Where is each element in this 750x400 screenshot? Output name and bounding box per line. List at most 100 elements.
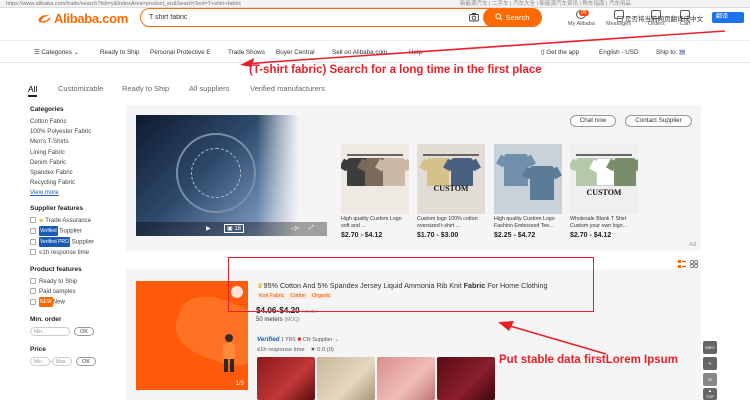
chat-now-button[interactable]: Chat now: [570, 115, 616, 127]
browser-url-bar[interactable]: https://www.alibaba.com/trade/search?fsb…: [0, 0, 750, 8]
filter-paid-samples[interactable]: Paid samples: [30, 287, 110, 297]
person-graphic: [223, 334, 235, 372]
price-ok-button[interactable]: OK: [76, 356, 97, 366]
star-icon: ★: [310, 347, 316, 353]
checkbox[interactable]: [30, 278, 36, 285]
product-overlay-text: CUSTOM: [586, 188, 622, 197]
china-flag-icon: ■: [297, 336, 302, 343]
price-max-input[interactable]: Max.: [52, 356, 73, 366]
filter-trade-assurance[interactable]: ◈ Trade Assurance: [30, 216, 110, 226]
annotation-top-text: (T-shirt fabric) Search for a long time …: [249, 64, 542, 76]
ad-product-2[interactable]: CUSTOM Custom logo 100% cotton oversized…: [417, 144, 485, 239]
category-recycling-fabric[interactable]: Recycling Fabric: [30, 178, 110, 188]
ad-label: Ad: [689, 242, 697, 248]
verified-label: Verified: [257, 336, 280, 343]
supplier-years: 1 YRS: [281, 337, 296, 343]
checkbox[interactable]: [30, 227, 36, 234]
category-lining-fabric[interactable]: Lining Fabric: [30, 148, 110, 158]
image-counter: 1/5: [235, 381, 244, 387]
filter-response-time[interactable]: ≤1h response time: [30, 248, 110, 258]
product-image: CUSTOM: [417, 144, 485, 214]
search-bar: Search: [140, 7, 542, 27]
product-title: Custom logo 100% cotton oversized t-shir…: [417, 216, 478, 229]
color-thumbnail-4[interactable]: [437, 357, 495, 400]
product-title: Wholesale Blank T Shirt Custom your own …: [570, 216, 628, 229]
edit-widget[interactable]: ✎: [703, 357, 717, 370]
color-thumbnail-1[interactable]: [257, 357, 315, 400]
supplier-features-heading: Supplier features: [30, 204, 84, 212]
product-title: High quality Custom Logo soft and ...: [341, 216, 402, 229]
checkbox[interactable]: [30, 249, 36, 256]
tab-customizable[interactable]: Customizable: [58, 84, 103, 93]
category-denim-fabric[interactable]: Denim Fabric: [30, 158, 110, 168]
filter-new[interactable]: NEWNew: [30, 297, 110, 308]
categories-label: Categories: [41, 49, 72, 56]
bookmarks-text: 新能源汽车 | 二手车 | 汽车大全 | 新能源汽车资讯 | 购车指南 | 汽车…: [460, 1, 631, 7]
product-price: $2.25 - $4.72: [494, 232, 536, 239]
translate-button[interactable]: 翻译: [712, 12, 744, 23]
filter-verified-pro-supplier[interactable]: Verified PRO Supplier: [30, 236, 110, 248]
checkbox[interactable]: [30, 299, 36, 306]
tab-all[interactable]: All: [28, 84, 37, 94]
filter-ready-to-ship[interactable]: Ready to Ship: [30, 277, 110, 287]
annotation-bottom-text: Put stable data firstLorem Ipsum: [499, 354, 678, 366]
search-input[interactable]: [149, 11, 459, 24]
product-price: $2.70 - $4.12: [570, 232, 612, 239]
price-min-input[interactable]: Min.: [30, 356, 50, 366]
result-supplier-info[interactable]: Verified 1 YRS ■ CN Supplier ⌄: [257, 336, 339, 343]
checkbox[interactable]: [30, 288, 36, 295]
supplier-video[interactable]: ▶ ▣ 18 ◁× ⤢: [136, 115, 327, 236]
list-view-icon[interactable]: [678, 260, 686, 268]
back-to-top-button[interactable]: ▲ TOP: [703, 388, 717, 400]
supplier-country: CN Supplier: [302, 337, 333, 343]
tab-verified-manufacturers[interactable]: Verified manufacturers: [250, 84, 325, 93]
price-heading: Price: [30, 345, 46, 353]
camera-icon[interactable]: [469, 12, 479, 22]
trade-assurance-icon: ◈: [39, 216, 44, 224]
tab-all-suppliers[interactable]: All suppliers: [189, 84, 229, 93]
ad-product-3[interactable]: High quality Custom Logo Fashion Embosse…: [494, 144, 562, 239]
result-moq-suffix: (MOQ): [284, 317, 300, 323]
alibaba-logo-icon[interactable]: [36, 12, 52, 24]
product-price: $2.70 - $4.12: [341, 232, 383, 239]
category-cotton-fabric[interactable]: Cotton Fabric: [30, 117, 110, 127]
grid-view-icon[interactable]: [690, 260, 698, 268]
nav-ready-to-ship[interactable]: Ready to Ship: [100, 49, 140, 56]
translate-checkbox[interactable]: [617, 16, 623, 23]
search-icon: [495, 13, 503, 21]
tab-ready-to-ship[interactable]: Ready to Ship: [122, 84, 169, 93]
ad-product-4[interactable]: CUSTOM Wholesale Blank T Shirt Custom yo…: [570, 144, 638, 239]
color-thumbnail-3[interactable]: [377, 357, 435, 400]
search-button[interactable]: Search: [483, 7, 541, 27]
ready-to-ship-label: Ready to Ship: [39, 277, 78, 285]
mro-widget[interactable]: MRO: [703, 341, 717, 354]
filter-verified-supplier[interactable]: Verified Supplier: [30, 225, 110, 237]
color-thumbnail-2[interactable]: [317, 357, 375, 400]
view-more-link[interactable]: View more: [30, 188, 110, 198]
product-image: [494, 144, 562, 214]
categories-menu[interactable]: ☰ Categories ⌄: [34, 49, 79, 56]
checkbox[interactable]: [30, 217, 36, 224]
feedback-widget[interactable]: ✉: [703, 373, 717, 386]
nav-personal-protective[interactable]: Personal Protective E: [150, 49, 211, 56]
new-label: New: [52, 299, 65, 306]
video-play-icon[interactable]: ▶: [206, 225, 211, 232]
search-button-label: Search: [505, 12, 530, 22]
mute-icon[interactable]: ◁×: [291, 225, 299, 232]
min-order-input[interactable]: Min.: [30, 327, 70, 337]
product-features-heading: Product features: [30, 265, 82, 273]
back-to-top-label: TOP: [705, 394, 715, 399]
product-image: CUSTOM: [570, 144, 638, 214]
contact-supplier-button[interactable]: Contact Supplier: [625, 115, 692, 127]
category-mens-tshirts[interactable]: Men's T-Shirts: [30, 137, 110, 147]
product-title: High quality Custom Logo Fashion Embosse…: [494, 216, 555, 229]
alibaba-logo-text[interactable]: Alibaba.com: [54, 11, 128, 26]
ad-product-1[interactable]: High quality Custom Logo soft and ... $2…: [341, 144, 409, 239]
product-price: $1.70 - $3.00: [417, 232, 459, 239]
category-polyester-fabric[interactable]: 100% Polyester Fabric: [30, 127, 110, 137]
checkbox[interactable]: [30, 238, 36, 245]
min-order-ok-button[interactable]: OK: [74, 327, 94, 337]
gallery-icon[interactable]: ▣ 18: [224, 224, 245, 233]
category-spandex-fabric[interactable]: Spandex Fabric: [30, 168, 110, 178]
fullscreen-icon[interactable]: ⤢: [309, 225, 314, 232]
